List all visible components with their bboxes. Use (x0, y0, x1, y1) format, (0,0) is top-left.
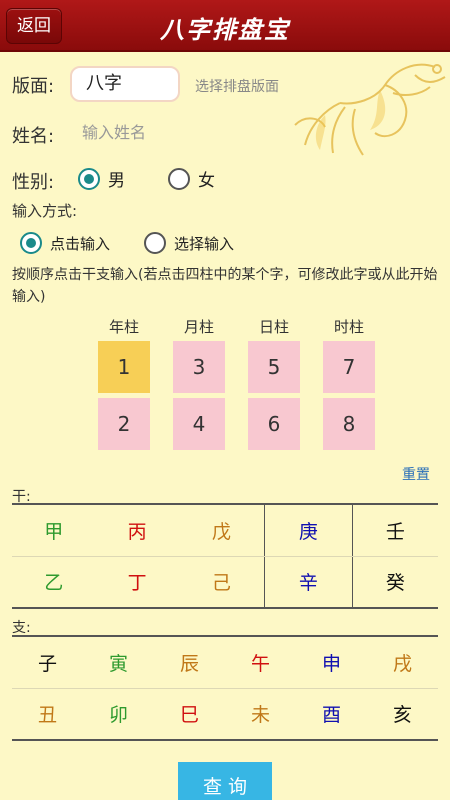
pillar-header-day: 日柱 (258, 318, 289, 336)
stem-cell[interactable]: 戊 (178, 503, 265, 557)
stem-cell[interactable]: 丁 (95, 556, 179, 609)
method-click-label: 点击输入 (50, 234, 111, 253)
instruction-text: 按顺序点击干支输入(若点击四柱中的某个字，可修改此字或从此开始输入) (12, 267, 438, 305)
branch-cell[interactable]: 巳 (154, 688, 225, 741)
radio-checked-icon (78, 167, 100, 190)
stem-cell[interactable]: 庚 (264, 503, 353, 557)
branch-cell[interactable]: 丑 (12, 688, 83, 741)
method-click-radio[interactable]: 点击输入 (20, 232, 110, 254)
stem-cell[interactable]: 丙 (95, 503, 179, 557)
stem-cell[interactable]: 壬 (351, 503, 438, 557)
branch-cell[interactable]: 酉 (296, 688, 367, 741)
branch-cell[interactable]: 卯 (83, 688, 154, 741)
pillar-cell-1[interactable]: 1 (98, 341, 150, 393)
stem-cell[interactable]: 癸 (351, 556, 438, 609)
method-select-label: 选择输入 (174, 234, 235, 253)
pillar-cell-5[interactable]: 5 (248, 341, 300, 393)
reset-link[interactable]: 重置 (402, 464, 430, 484)
layout-select[interactable]: 八字 (70, 66, 180, 102)
branch-cell[interactable]: 子 (12, 635, 83, 689)
stems-table: 甲 丙 戊 庚 壬 乙 丁 己 辛 癸 (12, 503, 438, 609)
pillar-header-hour: 时柱 (333, 318, 364, 336)
branches-table: 子 寅 辰 午 申 戌 丑 卯 巳 未 酉 亥 (12, 635, 438, 741)
method-label: 输入方式: (12, 202, 78, 220)
branches-label: 支: (12, 620, 31, 636)
pillar-cell-3[interactable]: 3 (173, 341, 225, 393)
pillar-header-month: 月柱 (183, 318, 214, 336)
layout-hint[interactable]: 选择排盘版面 (195, 76, 279, 96)
stem-cell[interactable]: 己 (178, 556, 265, 609)
stem-cell[interactable]: 辛 (264, 556, 353, 609)
branch-cell[interactable]: 未 (225, 688, 296, 741)
gender-male-radio[interactable]: 男 (78, 166, 125, 191)
method-select-radio[interactable]: 选择输入 (144, 232, 234, 254)
layout-label: 版面: (12, 76, 55, 97)
name-label: 姓名: (12, 126, 55, 147)
pillar-cell-2[interactable]: 2 (98, 398, 150, 450)
branch-cell[interactable]: 申 (296, 635, 367, 689)
gender-label: 性别: (12, 172, 55, 193)
pillar-cell-7[interactable]: 7 (323, 341, 375, 393)
gender-male-label: 男 (108, 171, 125, 191)
phoenix-decoration-icon (294, 63, 446, 156)
radio-unchecked-icon (144, 232, 166, 254)
pillar-cell-6[interactable]: 6 (248, 398, 300, 450)
branch-cell[interactable]: 寅 (83, 635, 154, 689)
title-bar: 返回 八字排盘宝 (0, 0, 450, 52)
stem-cell[interactable]: 乙 (12, 556, 96, 609)
branch-cell[interactable]: 亥 (367, 688, 438, 741)
branch-cell[interactable]: 戌 (367, 635, 438, 689)
pillar-cell-4[interactable]: 4 (173, 398, 225, 450)
app-title: 八字排盘宝 (160, 15, 290, 44)
query-button[interactable]: 查 询 (178, 762, 272, 800)
branch-cell[interactable]: 辰 (154, 635, 225, 689)
stem-cell[interactable]: 甲 (12, 503, 96, 557)
branch-cell[interactable]: 午 (225, 635, 296, 689)
radio-checked-icon (20, 232, 42, 254)
radio-unchecked-icon (168, 167, 190, 190)
gender-female-radio[interactable]: 女 (168, 166, 215, 191)
name-input[interactable]: 输入姓名 (82, 118, 282, 148)
pillar-header-year: 年柱 (108, 318, 139, 336)
pillar-cell-8[interactable]: 8 (323, 398, 375, 450)
gender-female-label: 女 (198, 171, 215, 191)
